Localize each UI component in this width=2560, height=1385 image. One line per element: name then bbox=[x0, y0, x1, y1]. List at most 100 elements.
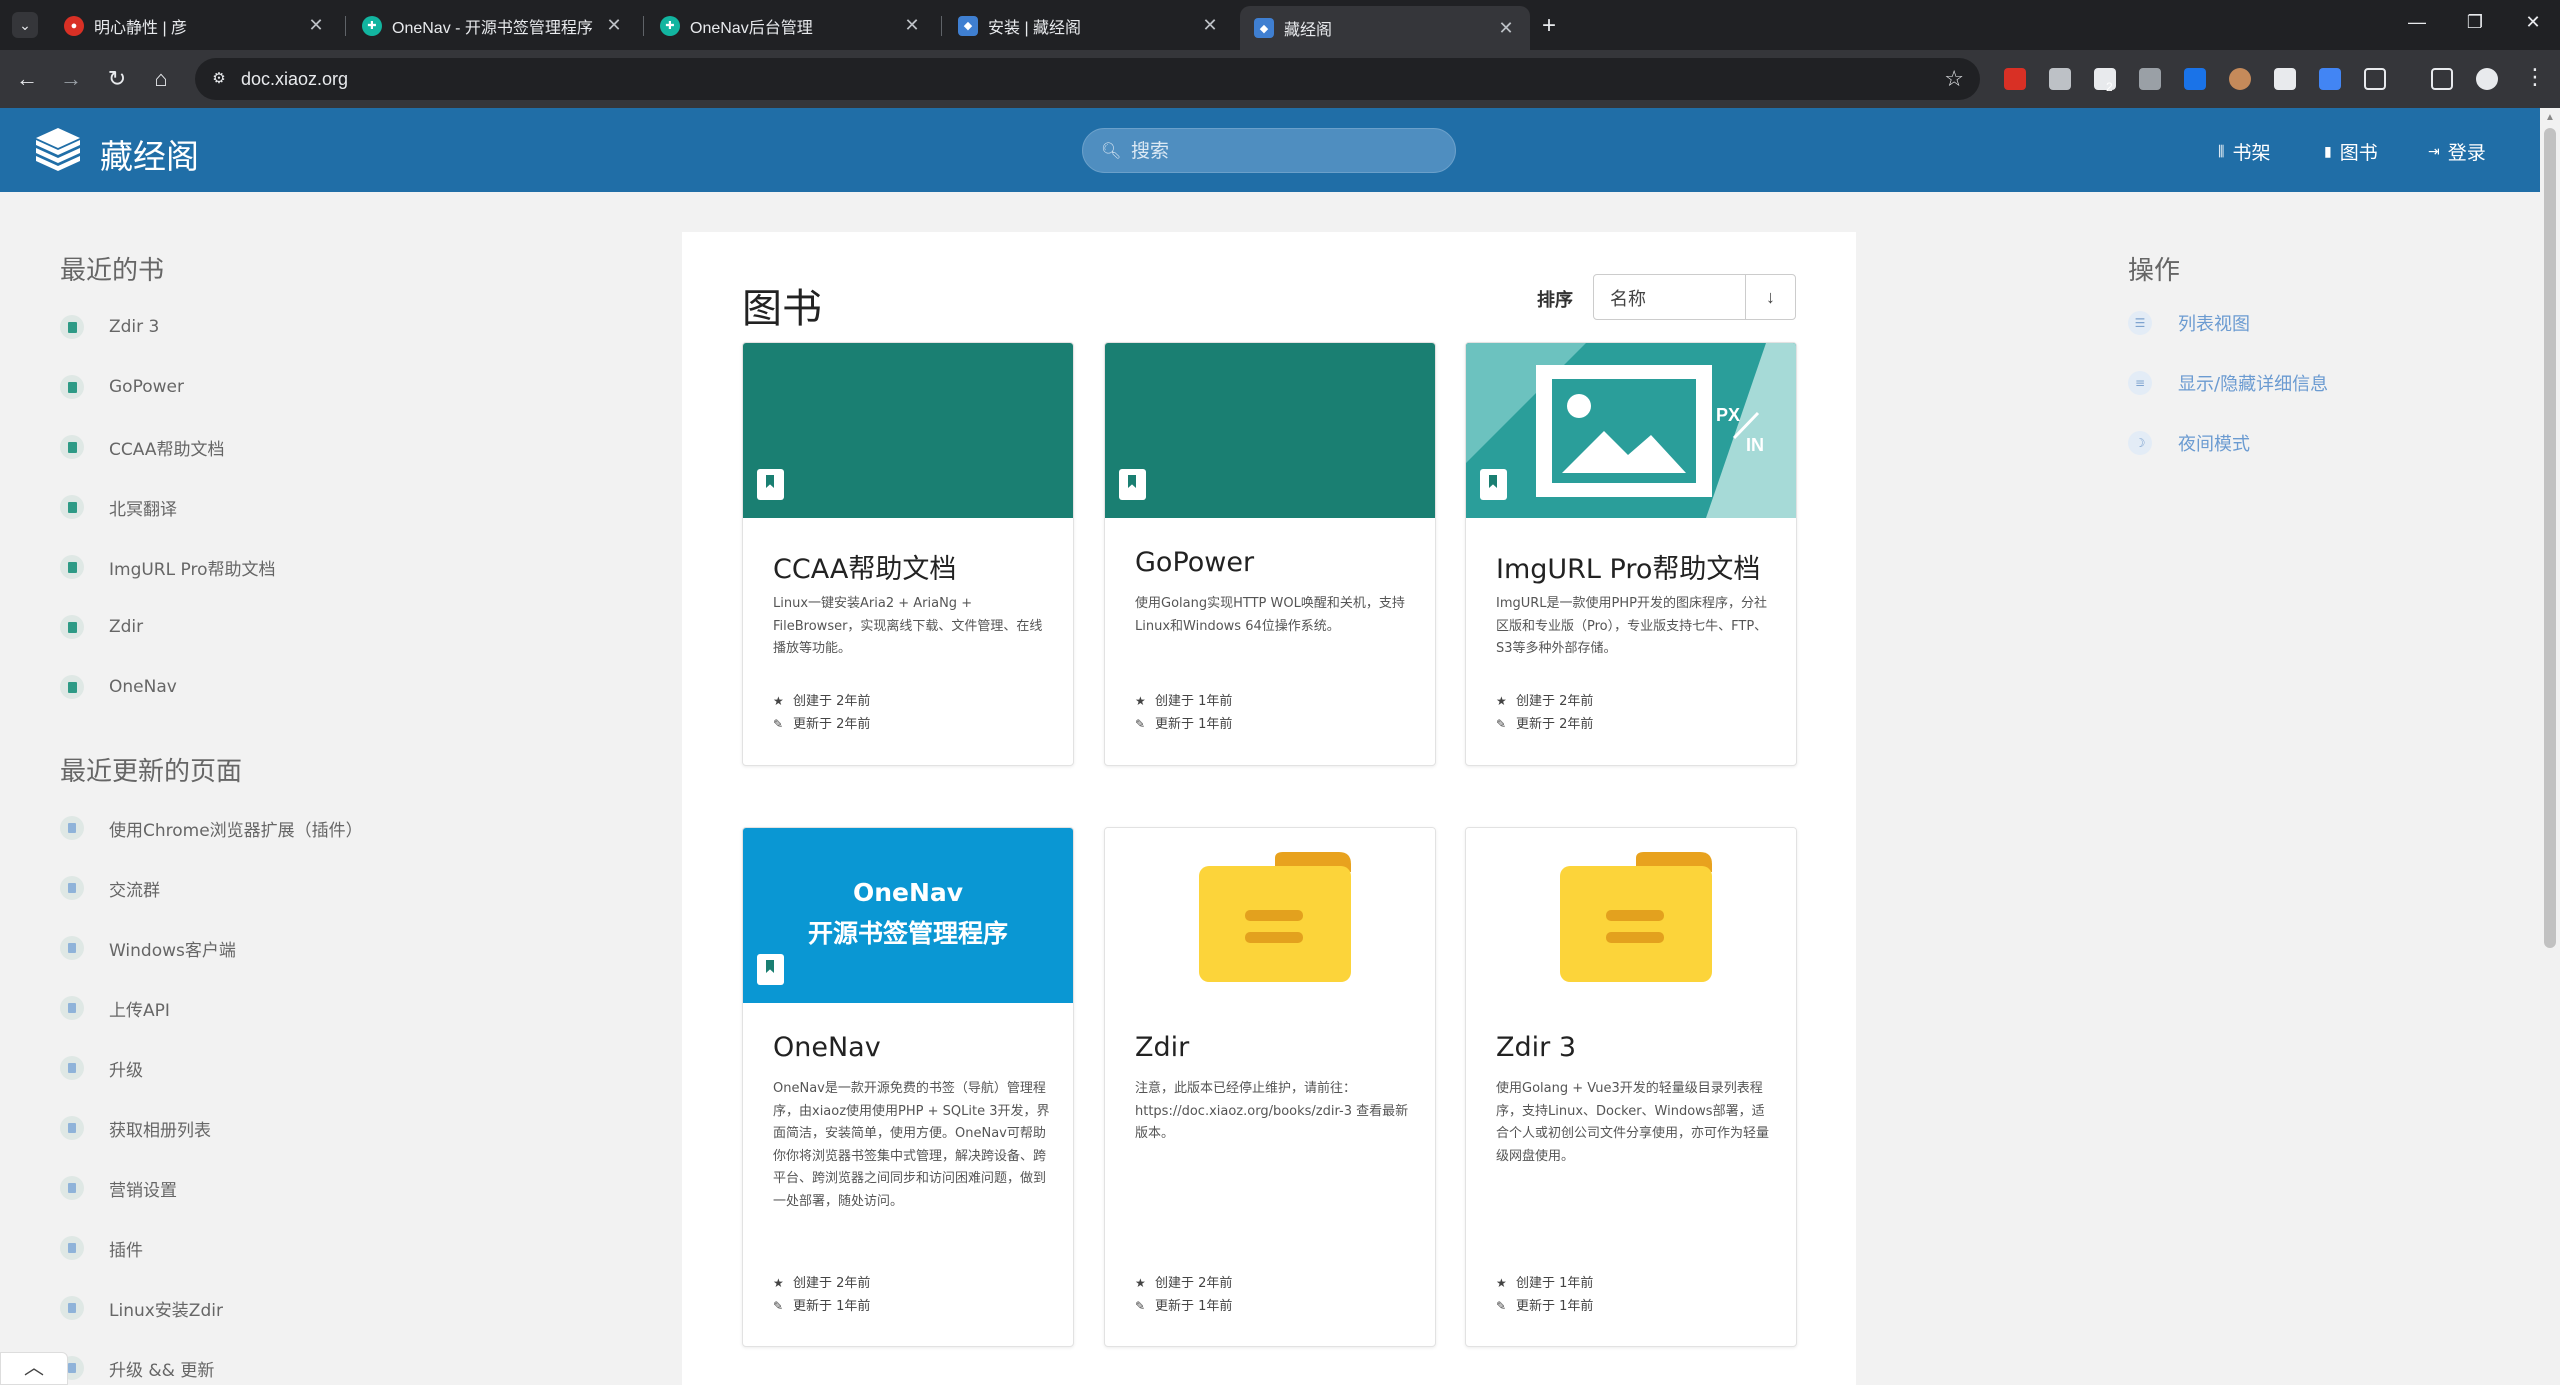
omnibox[interactable]: ⚙ doc.xiaoz.org ☆ bbox=[195, 58, 1980, 100]
nav-books[interactable]: ▮ 图书 bbox=[2324, 138, 2378, 165]
nav-shelves[interactable]: ⫼ 书架 bbox=[2218, 138, 2270, 165]
sort-direction-button[interactable]: ↓ bbox=[1745, 274, 1796, 320]
book-card-imgurl[interactable]: PX IN ImgURL Pro帮助文档 ImgURL是一款使用PHP开发的图床… bbox=[1465, 342, 1797, 766]
back-icon[interactable]: ← bbox=[12, 66, 42, 92]
extensions-puzzle-icon[interactable] bbox=[2364, 68, 2386, 90]
book-title[interactable]: CCAA帮助文档 bbox=[773, 547, 956, 586]
recent-book-item[interactable]: CCAA帮助文档 bbox=[60, 417, 620, 477]
book-cover[interactable]: OneNav 开源书签管理程序 bbox=[743, 828, 1073, 1003]
recent-page-item[interactable]: 交流群 bbox=[60, 858, 620, 918]
book-cover[interactable] bbox=[1105, 343, 1435, 518]
extension-camera-icon[interactable] bbox=[2139, 68, 2161, 90]
browser-tab-5-active[interactable]: ◆ 藏经阁 ✕ bbox=[1240, 6, 1530, 50]
side-panel-icon[interactable] bbox=[2431, 68, 2453, 90]
book-card-gopower[interactable]: GoPower 使用Golang实现HTTP WOL唤醒和关机，支持Linux和… bbox=[1104, 342, 1436, 766]
close-tab-icon[interactable]: ✕ bbox=[604, 15, 624, 36]
minimize-icon[interactable]: — bbox=[2402, 12, 2432, 33]
book-title[interactable]: ImgURL Pro帮助文档 bbox=[1496, 547, 1760, 586]
recent-book-item[interactable]: Zdir 3 bbox=[60, 297, 620, 357]
close-tab-icon[interactable]: ✕ bbox=[902, 15, 922, 36]
recent-page-item[interactable]: 升级 && 更新 bbox=[60, 1338, 620, 1385]
recent-page-item[interactable]: 使用Chrome浏览器扩展（插件） bbox=[60, 798, 620, 858]
site-info-icon[interactable]: ⚙ bbox=[209, 69, 229, 89]
collapse-chevron-icon[interactable]: ︿ bbox=[0, 1352, 68, 1385]
book-description: OneNav是一款开源免费的书签（导航）管理程序，由xiaoz使用使用PHP +… bbox=[773, 1081, 1050, 1209]
tab-search-chevron-icon[interactable]: ⌄ bbox=[12, 12, 38, 38]
cover-label-px: PX bbox=[1716, 405, 1741, 425]
toggle-details-action[interactable]: ≡ 显示/隐藏详细信息 bbox=[2128, 353, 2448, 413]
book-card-zdir3[interactable]: Zdir 3 使用Golang + Vue3开发的轻量级目录列表程序，支持Lin… bbox=[1465, 827, 1797, 1347]
book-title[interactable]: Zdir bbox=[1135, 1032, 1189, 1063]
book-title[interactable]: Zdir 3 bbox=[1496, 1032, 1576, 1063]
recent-page-label: Windows客户端 bbox=[109, 940, 236, 961]
recent-page-item[interactable]: 升级 bbox=[60, 1038, 620, 1098]
book-cover[interactable] bbox=[1105, 828, 1435, 1003]
profile-icon[interactable] bbox=[2476, 68, 2498, 90]
recent-book-label: 北冥翻译 bbox=[109, 499, 177, 520]
close-tab-icon[interactable]: ✕ bbox=[1200, 15, 1220, 36]
recent-page-item[interactable]: Linux安装Zdir bbox=[60, 1278, 620, 1338]
extension-qr-icon[interactable] bbox=[2274, 68, 2296, 90]
url-text[interactable]: doc.xiaoz.org bbox=[241, 69, 348, 90]
book-cover[interactable] bbox=[743, 343, 1073, 518]
forward-icon[interactable]: → bbox=[56, 66, 86, 92]
updated-text: 更新于 2年前 bbox=[793, 717, 871, 732]
recent-page-item[interactable]: Windows客户端 bbox=[60, 918, 620, 978]
browser-tab-4[interactable]: ◆ 安装 | 藏经阁 ✕ bbox=[944, 7, 1234, 44]
book-card-zdir[interactable]: Zdir 注意，此版本已经停止维护，请前往：https://doc.xiaoz.… bbox=[1104, 827, 1436, 1347]
recent-book-item[interactable]: ImgURL Pro帮助文档 bbox=[60, 537, 620, 597]
book-meta: ★ 创建于 2年前 ✎ 更新于 2年前 bbox=[1496, 690, 1593, 736]
recent-book-item[interactable]: GoPower bbox=[60, 357, 620, 417]
actions-sidebar: 操作 ☰ 列表视图 ≡ 显示/隐藏详细信息 ☽ 夜间模式 bbox=[2128, 250, 2448, 473]
extension-chat-icon[interactable] bbox=[2049, 68, 2071, 90]
book-cover-image[interactable]: PX IN bbox=[1466, 343, 1796, 518]
extension-blue-icon[interactable] bbox=[2184, 68, 2206, 90]
new-tab-icon[interactable]: + bbox=[1542, 12, 1556, 40]
extension-avatar-icon[interactable] bbox=[2229, 68, 2251, 90]
extension-red-icon[interactable] bbox=[2004, 68, 2026, 90]
extension-bookmark-icon[interactable] bbox=[2319, 68, 2341, 90]
sort-select[interactable]: 名称 bbox=[1593, 274, 1746, 320]
book-card-onenav[interactable]: OneNav 开源书签管理程序 OneNav OneNav是一款开源免费的书签（… bbox=[742, 827, 1074, 1347]
recent-book-item[interactable]: Zdir bbox=[60, 597, 620, 657]
nav-login[interactable]: ⇥ 登录 bbox=[2428, 138, 2486, 165]
site-logo-text[interactable]: 藏经阁 bbox=[100, 130, 199, 178]
recent-page-item[interactable]: 获取相册列表 bbox=[60, 1098, 620, 1158]
site-search-box[interactable]: 🔍︎ bbox=[1082, 128, 1456, 173]
pencil-icon: ✎ bbox=[1135, 717, 1146, 731]
recent-book-item[interactable]: OneNav bbox=[60, 657, 620, 717]
browser-tab-2[interactable]: ✚ OneNav - 开源书签管理程序 ✕ bbox=[348, 7, 638, 44]
recent-page-label: 插件 bbox=[109, 1240, 143, 1261]
search-input[interactable] bbox=[1131, 137, 1431, 165]
logo-books-icon[interactable] bbox=[32, 126, 84, 174]
close-tab-icon[interactable]: ✕ bbox=[1496, 18, 1516, 39]
home-icon[interactable]: ⌂ bbox=[146, 66, 176, 92]
book-card-ccaa[interactable]: CCAA帮助文档 Linux一键安装Aria2 + AriaNg + FileB… bbox=[742, 342, 1074, 766]
close-tab-icon[interactable]: ✕ bbox=[306, 15, 326, 36]
browser-menu-icon[interactable]: ⋮ bbox=[2524, 64, 2546, 90]
browser-tab-3[interactable]: ✚ OneNav后台管理 ✕ bbox=[646, 7, 936, 44]
book-title[interactable]: GoPower bbox=[1135, 547, 1254, 578]
scrollbar-thumb[interactable] bbox=[2544, 128, 2556, 948]
recent-page-item[interactable]: 营销设置 bbox=[60, 1158, 620, 1218]
page-icon bbox=[60, 996, 84, 1020]
bookmark-star-icon[interactable]: ☆ bbox=[1944, 66, 1964, 92]
close-window-icon[interactable]: ✕ bbox=[2518, 12, 2548, 33]
page-scrollbar[interactable]: ▲ bbox=[2540, 108, 2560, 1385]
browser-tab-1[interactable]: ● 明心静性 | 彦 ✕ bbox=[50, 7, 340, 44]
site-header: 藏经阁 🔍︎ ⫼ 书架 ▮ 图书 ⇥ 登录 bbox=[0, 108, 2540, 192]
list-view-action[interactable]: ☰ 列表视图 bbox=[2128, 293, 2448, 353]
recent-page-item[interactable]: 上传API bbox=[60, 978, 620, 1038]
book-cover[interactable] bbox=[1466, 828, 1796, 1003]
recent-page-label: 获取相册列表 bbox=[109, 1120, 211, 1141]
action-label: 显示/隐藏详细信息 bbox=[2178, 374, 2329, 395]
dark-mode-action[interactable]: ☽ 夜间模式 bbox=[2128, 413, 2448, 473]
recent-page-item[interactable]: 插件 bbox=[60, 1218, 620, 1278]
star-icon: ★ bbox=[773, 1276, 784, 1290]
image-placeholder-icon bbox=[1466, 343, 1796, 518]
book-title[interactable]: OneNav bbox=[773, 1032, 881, 1063]
recent-book-item[interactable]: 北冥翻译 bbox=[60, 477, 620, 537]
reload-icon[interactable]: ↻ bbox=[102, 66, 132, 92]
restore-icon[interactable]: ❐ bbox=[2460, 12, 2490, 33]
scroll-up-icon[interactable]: ▲ bbox=[2545, 112, 2555, 123]
